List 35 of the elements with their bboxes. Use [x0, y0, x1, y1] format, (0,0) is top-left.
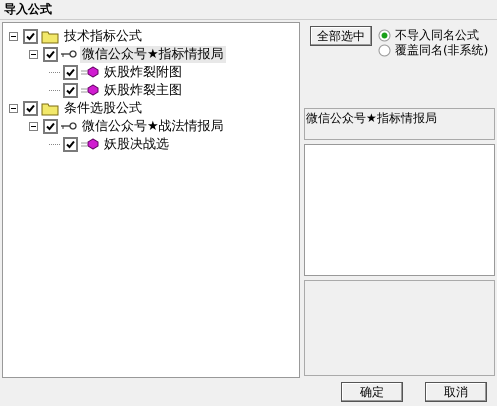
tree-item[interactable]: 微信公众号★指标情报局 [80, 46, 226, 62]
dialog-button[interactable]: 取消 [425, 382, 487, 402]
collapse-icon[interactable] [29, 50, 38, 58]
radio-button[interactable] [378, 44, 391, 56]
checkbox[interactable] [23, 100, 38, 116]
option-label: 覆盖同名(非系统) [395, 43, 488, 57]
tree-item[interactable]: 妖股炸裂主图 [102, 82, 184, 98]
option-label: 不导入同名公式 [395, 28, 479, 42]
key-icon [61, 50, 77, 58]
checkbox[interactable] [63, 136, 78, 152]
info-label: 微信公众号★指标情报局 [304, 108, 495, 140]
tree-item[interactable]: 条件选股公式 [62, 100, 144, 116]
key-icon [61, 122, 77, 130]
tree-item[interactable]: 技术指标公式 [62, 28, 144, 44]
checkbox[interactable] [43, 46, 58, 62]
checkbox[interactable] [43, 118, 58, 134]
collapse-icon[interactable] [9, 32, 18, 40]
gem-icon [81, 66, 99, 78]
folder-icon [41, 28, 59, 44]
gem-icon [81, 138, 99, 150]
collapse-icon[interactable] [9, 104, 18, 112]
gem-icon [81, 84, 99, 96]
radio-button[interactable] [378, 28, 391, 42]
checkbox[interactable] [23, 28, 38, 44]
window-title: 导入公式 [4, 1, 52, 18]
collapse-icon[interactable] [29, 122, 38, 130]
dialog-button[interactable]: 确定 [341, 382, 403, 402]
tree-item[interactable]: 妖股决战选 [102, 136, 171, 152]
checkbox[interactable] [63, 64, 78, 80]
tree-item[interactable]: 妖股炸裂附图 [102, 64, 184, 80]
select-all-button[interactable]: 全部选中 [310, 26, 372, 46]
text-area[interactable] [304, 144, 495, 276]
tree-item[interactable]: 微信公众号★战法情报局 [80, 118, 226, 134]
folder-icon [41, 100, 59, 116]
checkbox[interactable] [63, 82, 78, 98]
